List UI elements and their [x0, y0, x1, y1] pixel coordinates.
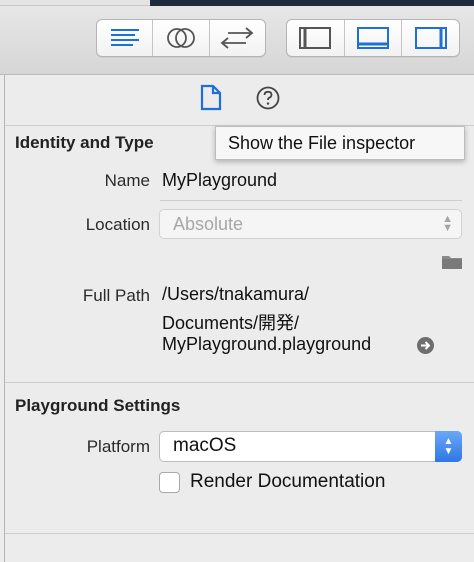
name-divider — [160, 200, 462, 201]
standard-editor-icon — [110, 29, 139, 46]
arrow-right-circle-icon — [421, 341, 431, 350]
view-toggle-segmented-control — [286, 19, 460, 57]
window-toolbar — [0, 0, 474, 75]
editor-mode-segmented-control — [96, 19, 266, 57]
location-label: Location — [85, 215, 150, 234]
file-inspector-tab[interactable] — [199, 84, 223, 116]
platform-value: macOS — [173, 435, 237, 456]
playground-settings-title: Playground Settings — [15, 396, 181, 415]
debug-area-toggle-button[interactable] — [345, 20, 403, 56]
platform-popup[interactable]: macOS ▲ ▼ — [159, 431, 462, 462]
up-down-chevron-icon: ▲ ▼ — [442, 213, 453, 234]
full-path-line: MyPlayground.playground — [162, 334, 372, 354]
identity-section-title: Identity and Type — [15, 133, 154, 152]
utilities-toggle-icon — [414, 27, 447, 49]
version-editor-button[interactable] — [210, 20, 265, 56]
document-icon — [200, 84, 222, 111]
location-popup[interactable]: Absolute ▲ ▼ — [159, 209, 462, 239]
reveal-in-finder-button[interactable] — [417, 337, 434, 354]
name-field[interactable]: MyPlayground — [162, 170, 277, 191]
location-value: Absolute — [173, 214, 244, 234]
platform-label: Platform — [86, 437, 150, 456]
utilities-toggle-button[interactable] — [402, 20, 459, 56]
folder-icon — [442, 256, 462, 269]
full-path-line: /Users/tnakamura/ — [162, 284, 310, 304]
bottom-divider — [5, 533, 474, 534]
section-divider — [5, 382, 474, 383]
pane-divider — [4, 75, 5, 562]
full-path-label: Full Path — [82, 286, 150, 305]
navigator-toggle-button[interactable] — [287, 20, 345, 56]
name-label: Name — [104, 171, 150, 190]
up-down-chevron-icon: ▲ ▼ — [435, 431, 462, 462]
question-circle-icon — [256, 86, 280, 110]
editor-tab-strip — [0, 0, 474, 6]
version-editor-icon — [220, 27, 254, 49]
editor-tab-strip-dark — [150, 0, 474, 6]
quick-help-tab[interactable] — [255, 85, 281, 116]
full-path-line: Documents/開発/ — [162, 313, 300, 333]
assistant-editor-button[interactable] — [153, 20, 210, 56]
debug-area-toggle-icon — [357, 27, 389, 49]
assistant-editor-icon — [167, 28, 195, 48]
navigator-toggle-icon — [299, 27, 332, 49]
render-documentation-checkbox[interactable] — [159, 472, 180, 493]
choose-location-button[interactable] — [441, 253, 463, 275]
inspector-selector-bar — [5, 75, 474, 126]
file-inspector-tooltip: Show the File inspector — [215, 126, 465, 160]
render-documentation-label: Render Documentation — [190, 471, 386, 492]
standard-editor-button[interactable] — [97, 20, 154, 56]
